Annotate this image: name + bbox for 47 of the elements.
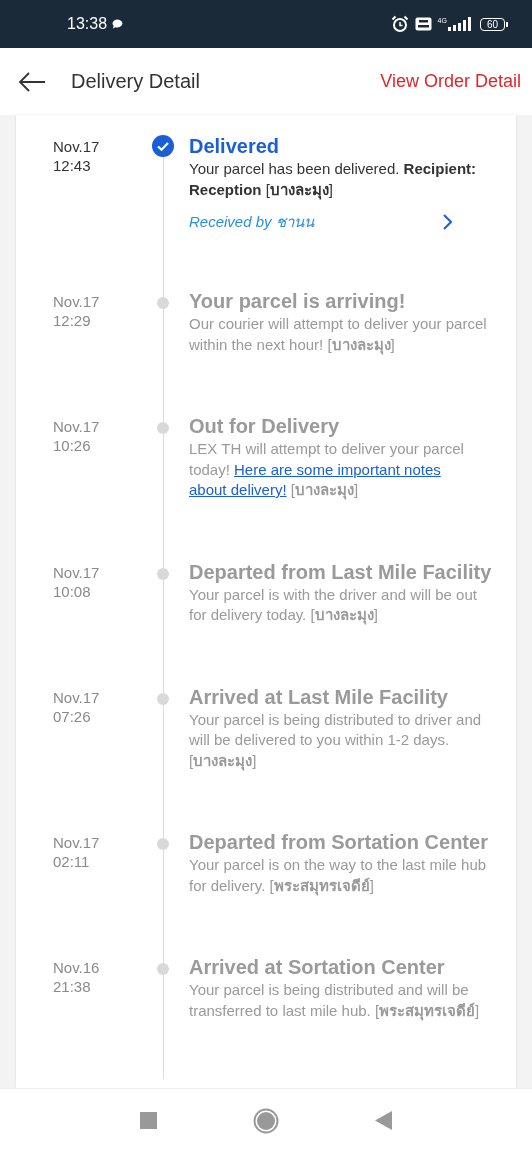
view-order-detail-link[interactable]: View Order Detail	[380, 71, 521, 92]
event-title: Delivered	[189, 134, 281, 159]
volte-icon	[414, 17, 432, 31]
event-time: 02:11	[53, 852, 90, 871]
event-title: Arrived at Last Mile Facility	[189, 684, 449, 710]
event-date: Nov.17	[53, 833, 100, 852]
event-title: Your parcel is arriving!	[189, 289, 407, 314]
event-date: Nov.17	[53, 292, 100, 311]
event-date: Nov.17	[53, 562, 100, 582]
triangle-icon	[375, 1111, 392, 1130]
circle-icon	[253, 1107, 279, 1134]
event-time: 10:26	[53, 436, 91, 455]
event-description: Your parcel is with the driver and will be out for delivery today. [บางละมุง]	[189, 584, 478, 626]
event-date: Nov.17	[53, 137, 100, 156]
event-time: 12:29	[53, 311, 91, 330]
signal-icon	[447, 17, 474, 31]
event-title: Arrived at Sortation Center	[189, 955, 446, 980]
delivery-notes-link[interactable]: about delivery!	[189, 481, 287, 498]
received-by-row[interactable]: Received by ชานน	[189, 210, 492, 234]
event-title: Departed from Last Mile Facility	[189, 559, 492, 585]
event-time: 07:26	[53, 706, 91, 726]
event-description: Your parcel has been delivered. Recipient: Reception [บางละมุง]	[189, 159, 478, 200]
event-description: LEX TH will attempt to deliver your parcel today! Here are some important notes about delivery! [บางละมุง]	[189, 439, 465, 501]
page-title: Delivery Detail	[71, 70, 201, 93]
back-arrow-icon	[18, 71, 46, 92]
alarm-icon	[390, 15, 409, 33]
event-time: 21:38	[53, 977, 91, 996]
chevron-right-icon	[442, 214, 452, 230]
event-description: Our courier will attempt to deliver your parcel within the next hour! [บางละมุง]	[189, 314, 488, 355]
delivery-notes-link[interactable]: Here are some important notes	[234, 460, 441, 478]
event-date: Nov.17	[53, 417, 100, 436]
event-time: 10:08	[53, 581, 91, 601]
event-title: Departed from Sortation Center	[189, 830, 489, 855]
battery-level: 60	[479, 17, 505, 31]
event-description: Your parcel is being distributed to driver and will be delivered to you within 1-2 days. [บางละมุง]	[189, 709, 483, 771]
event-description: Your parcel is being distributed and will be transferred to last mile hub. [พระสมุทรเจดีย์]	[189, 980, 481, 1021]
back-nav-button[interactable]	[375, 1111, 392, 1130]
back-button[interactable]	[18, 71, 46, 92]
message-icon	[112, 19, 124, 29]
event-date: Nov.16	[53, 958, 100, 977]
square-icon	[140, 1112, 157, 1129]
home-button[interactable]	[253, 1107, 279, 1134]
event-description: Your parcel is on the way to the last mile hub for delivery. [พระสมุทรเจดีย์]	[189, 855, 488, 896]
event-date: Nov.17	[53, 687, 100, 707]
clock-time: 13:38	[67, 15, 108, 33]
event-time: 12:43	[53, 156, 91, 175]
event-title: Out for Delivery	[189, 414, 341, 439]
